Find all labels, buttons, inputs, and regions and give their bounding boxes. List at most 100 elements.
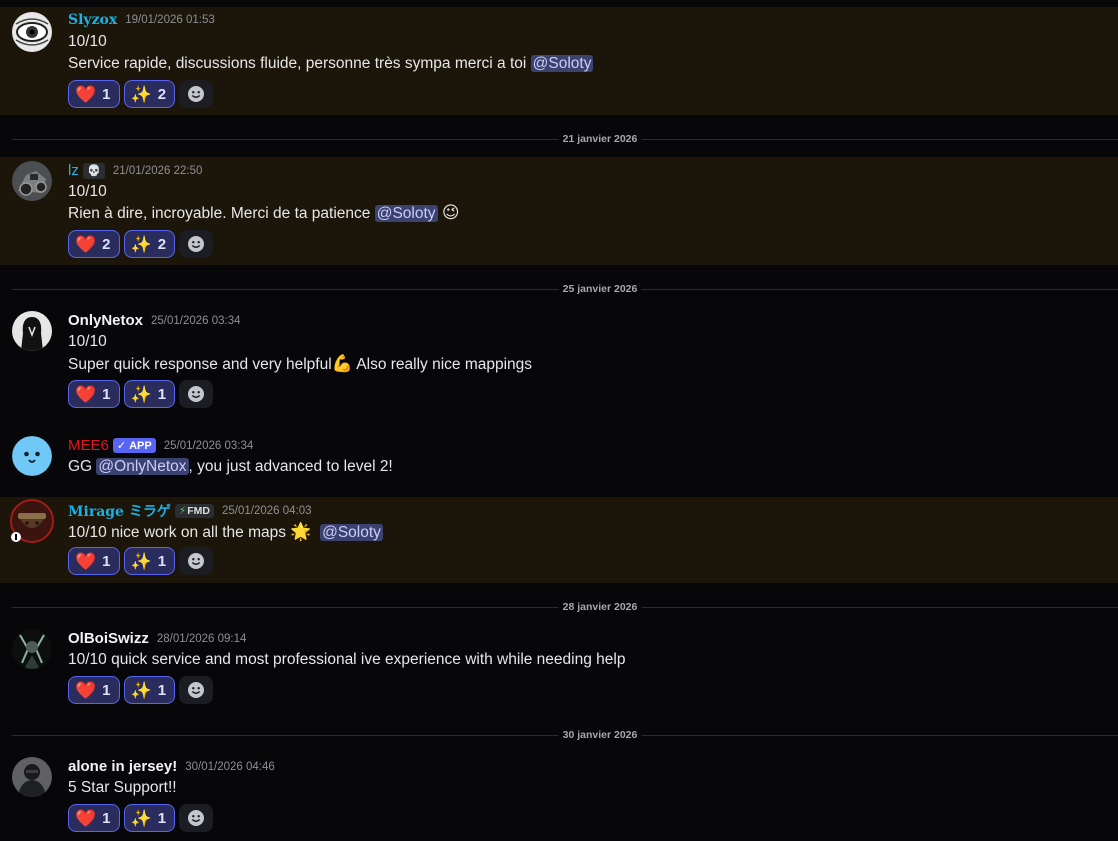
username[interactable]: alone in jersey!: [68, 758, 177, 775]
reaction-heart[interactable]: ❤️ 2: [68, 230, 120, 258]
guild-tag-label: FMD: [187, 505, 210, 517]
reaction-sparkles[interactable]: ✨ 1: [123, 804, 176, 832]
reaction-count: 1: [102, 85, 111, 103]
flexed-biceps-icon: 💪: [331, 354, 353, 373]
reaction-sparkles[interactable]: ✨ 1: [123, 676, 176, 704]
message-header: OlBoiSwizz 28/01/2026 09:14: [68, 630, 246, 647]
timestamp: 25/01/2026 03:34: [151, 314, 241, 327]
username[interactable]: OlBoiSwizz: [68, 630, 149, 647]
reaction-heart[interactable]: ❤️ 1: [68, 676, 120, 704]
reaction-count: 1: [102, 552, 111, 570]
reaction-heart[interactable]: ❤️ 1: [68, 380, 120, 408]
checkmark-icon: ✓: [116, 440, 127, 452]
message-text: 10/10: [68, 333, 107, 350]
add-reaction-button[interactable]: [179, 230, 214, 258]
text-segment: Super quick response and very helpful: [68, 356, 332, 373]
date-divider-label: 28 janvier 2026: [558, 601, 642, 613]
add-reaction-button[interactable]: [179, 380, 214, 408]
username[interactable]: Mirage ミラゲ: [68, 501, 171, 521]
reaction-heart[interactable]: ❤️ 1: [68, 547, 120, 575]
message-slyzox: Slyzox 19/01/2026 01:53 10/10 Service ra…: [0, 7, 1118, 115]
user-mention[interactable]: @Soloty: [374, 205, 438, 222]
reaction-sparkles[interactable]: ✨ 2: [123, 230, 176, 258]
smiley-add-icon: [188, 236, 205, 252]
add-reaction-button[interactable]: [179, 676, 214, 704]
username[interactable]: lz: [68, 162, 79, 179]
username[interactable]: OnlyNetox: [68, 312, 143, 329]
reaction-bar: ❤️ 2 ✨ 2: [68, 230, 214, 258]
date-divider-label: 25 janvier 2026: [558, 283, 642, 295]
reaction-count: 1: [157, 385, 167, 403]
sparkles-icon: ✨: [130, 808, 152, 828]
sparkles-icon: ✨: [130, 234, 152, 254]
text-segment: Rien à dire, incroyable. Merci de ta pat…: [68, 205, 375, 222]
reaction-count: 2: [157, 235, 167, 253]
reaction-count: 1: [102, 809, 111, 827]
reaction-sparkles[interactable]: ✨ 1: [123, 380, 176, 408]
heart-icon: ❤️: [75, 680, 97, 700]
smiley-add-icon: [188, 86, 205, 102]
smiley-add-icon: [188, 553, 205, 569]
add-reaction-button[interactable]: [179, 547, 214, 575]
heart-icon: ❤️: [75, 234, 97, 254]
message-alone-in-jersey: alone in jersey! 30/01/2026 04:46 5 Star…: [0, 753, 1118, 839]
message-mee6: MEE6 ✓ APP 25/01/2026 03:34 GG @OnlyNetox…: [0, 432, 1118, 490]
reaction-bar: ❤️ 1 ✨ 1: [68, 676, 214, 704]
reaction-heart[interactable]: ❤️ 1: [68, 804, 120, 832]
username[interactable]: Slyzox: [68, 12, 117, 28]
avatar[interactable]: [12, 757, 52, 797]
add-reaction-button[interactable]: [179, 80, 214, 108]
timestamp: 21/01/2026 22:50: [112, 164, 203, 177]
timestamp: 25/01/2026 04:03: [221, 505, 312, 517]
date-divider-label: 21 janvier 2026: [558, 133, 642, 145]
reaction-count: 2: [157, 85, 167, 103]
text-segment: 10/10 nice work on all the maps: [68, 524, 291, 541]
message-lz: lz 💀 21/01/2026 22:50 10/10 Rien à dire,…: [0, 157, 1118, 265]
reaction-count: 2: [102, 235, 111, 253]
text-segment: GG: [68, 458, 97, 475]
user-mention[interactable]: @OnlyNetox: [96, 458, 189, 475]
app-badge-label: APP: [129, 439, 152, 452]
sparkles-icon: ✨: [130, 384, 152, 404]
message-header: MEE6 ✓ APP 25/01/2026 03:34: [68, 437, 253, 454]
message-header: Mirage ミラゲ ⚡ FMD 25/01/2026 04:03: [68, 501, 312, 521]
reaction-sparkles[interactable]: ✨ 2: [123, 80, 176, 108]
bolt-icon: ⚡: [178, 505, 187, 517]
message-header: alone in jersey! 30/01/2026 04:46: [68, 758, 275, 775]
sparkles-icon: ✨: [130, 84, 152, 104]
reaction-count: 1: [102, 681, 111, 699]
message-text: 5 Star Support!!: [68, 779, 177, 796]
reaction-count: 1: [157, 681, 167, 699]
message-header: Slyzox 19/01/2026 01:53: [68, 12, 215, 28]
timestamp: 28/01/2026 09:14: [156, 632, 247, 645]
smiley-add-icon: [188, 386, 205, 402]
heart-icon: ❤️: [75, 384, 97, 404]
avatar[interactable]: [12, 436, 52, 476]
user-mention[interactable]: @Soloty: [530, 55, 594, 72]
add-reaction-button[interactable]: [179, 804, 214, 832]
heart-icon: ❤️: [75, 808, 97, 828]
message-header: OnlyNetox 25/01/2026 03:34: [68, 312, 241, 329]
username[interactable]: MEE6: [68, 437, 109, 454]
reaction-bar: ❤️ 1 ✨ 2: [68, 80, 214, 108]
star-icon: 🌟: [290, 522, 312, 541]
reaction-heart[interactable]: ❤️ 1: [68, 80, 120, 108]
user-mention[interactable]: @Soloty: [320, 524, 383, 541]
reaction-count: 1: [157, 552, 167, 570]
sparkles-icon: ✨: [130, 551, 152, 571]
sparkles-icon: ✨: [130, 680, 152, 700]
message-text: 10/10 nice work on all the maps 🌟 @Solot…: [68, 522, 383, 542]
message-text: 10/10 quick service and most professiona…: [68, 651, 626, 668]
message-olboiswizz: OlBoiSwizz 28/01/2026 09:14 10/10 quick …: [0, 625, 1118, 711]
timestamp: 25/01/2026 03:34: [163, 439, 254, 452]
date-divider-label: 30 janvier 2026: [558, 729, 642, 741]
avatar[interactable]: [10, 499, 54, 543]
heart-icon: ❤️: [75, 84, 97, 104]
avatar[interactable]: [12, 629, 52, 669]
avatar[interactable]: [12, 12, 52, 52]
avatar[interactable]: [12, 161, 52, 201]
winking-face-icon: 😉: [441, 203, 460, 222]
reaction-bar: ❤️ 1 ✨ 1: [68, 804, 214, 832]
reaction-sparkles[interactable]: ✨ 1: [123, 547, 176, 575]
avatar[interactable]: [12, 311, 52, 351]
